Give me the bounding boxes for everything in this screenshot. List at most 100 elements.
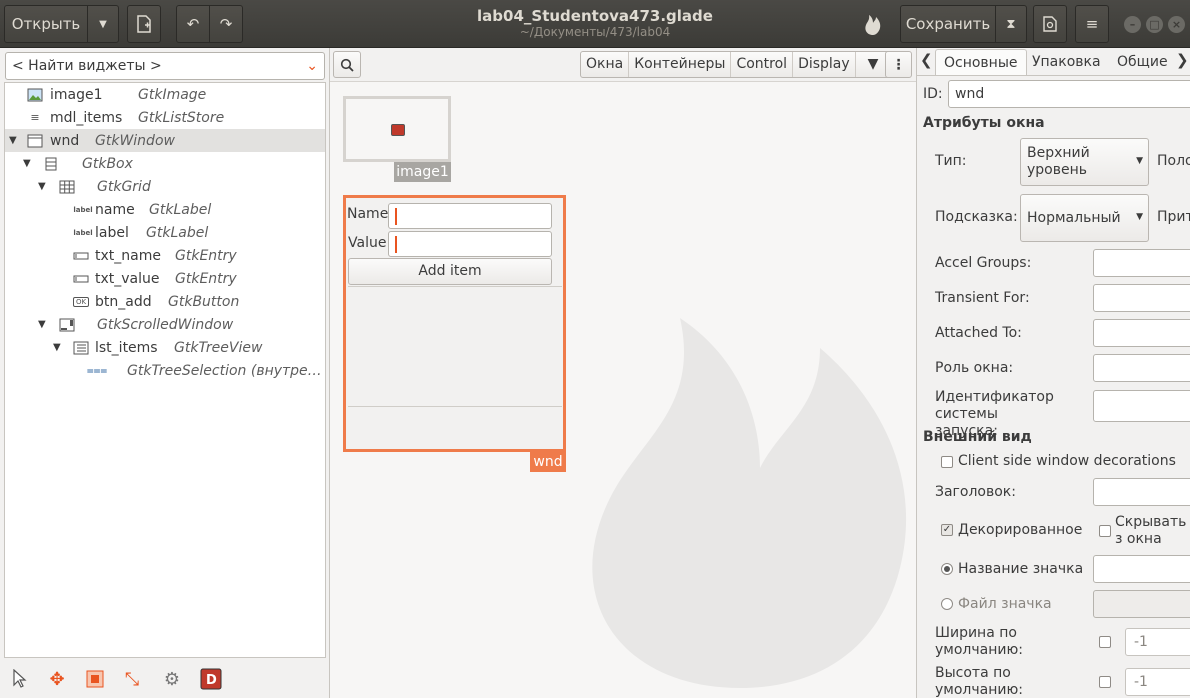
select-pointer-button[interactable] — [7, 666, 33, 692]
csd-label: Client side window decorations — [958, 453, 1176, 469]
transient-for-field[interactable] — [1093, 284, 1190, 312]
chevron-down-icon: ▼ — [1136, 156, 1143, 166]
startup-id-field[interactable] — [1093, 390, 1190, 422]
chevron-down-icon: ▼ — [1136, 212, 1143, 222]
search-button[interactable] — [333, 51, 361, 78]
save-options-button[interactable]: ⧗ — [995, 5, 1027, 43]
scroll-tabs-right-icon[interactable]: ❯ — [1176, 51, 1189, 69]
tree-row-gtktreeselection[interactable]: ⩶ GtkTreeSelection (внутре… — [5, 359, 325, 382]
open-button[interactable]: Открыть — [4, 5, 88, 43]
tree-row-mdl-items[interactable]: ≡ mdl_items GtkListStore — [5, 106, 325, 129]
close-window-button[interactable]: × — [1168, 16, 1185, 33]
title-label: Заголовок: — [935, 484, 1016, 500]
tab-packing[interactable]: Упаковка — [1024, 49, 1109, 75]
undo-button[interactable]: ↶ — [176, 5, 210, 43]
tree-item-name: label — [95, 224, 129, 241]
tree-item-type: GtkScrolledWindow — [97, 316, 234, 333]
header-bar: Открыть ▼ ↶ ↷ lab04_Studentova473.glade … — [0, 0, 1190, 48]
category-containers-button[interactable]: Контейнеры — [629, 52, 732, 77]
canvas-menu-button[interactable]: ⋮ — [885, 51, 912, 78]
design-canvas[interactable]: Окна Контейнеры Control Display ▼ ⋮ imag… — [330, 48, 916, 698]
position-label: Поло — [1157, 153, 1190, 169]
tree-item-name: btn_add — [95, 293, 152, 310]
tree-item-type: GtkWindow — [95, 132, 175, 149]
preferences-button[interactable]: ⚙ — [159, 666, 185, 692]
expander-down-icon[interactable]: ▼ — [23, 158, 31, 169]
drag-resize-button[interactable]: ✥ — [44, 666, 70, 692]
type-hint-combo[interactable]: Нормальный ▼ — [1020, 194, 1149, 242]
csd-checkbox[interactable] — [941, 456, 953, 468]
expander-down-icon[interactable]: ▼ — [53, 342, 61, 353]
icon-file-radio[interactable] — [941, 598, 953, 610]
open-recent-dropdown[interactable]: ▼ — [87, 5, 119, 43]
wnd-window-preview[interactable]: Name Value Add item — [343, 195, 566, 452]
accel-groups-field[interactable] — [1093, 249, 1190, 277]
type-hint-value: Нормальный — [1027, 210, 1121, 226]
default-width-checkbox[interactable] — [1099, 636, 1111, 648]
attached-right-label: Прит — [1157, 209, 1190, 225]
tab-general[interactable]: Основные — [935, 49, 1027, 75]
txt-value-entry[interactable] — [388, 231, 552, 257]
tree-row-name[interactable]: label name GtkLabel — [5, 198, 325, 221]
tree-row-btn-add[interactable]: OK btn_add GtkButton — [5, 290, 325, 313]
tree-row-lst-items[interactable]: ▼ lst_items GtkTreeView — [5, 336, 325, 359]
open-button-label: Открыть — [11, 15, 81, 33]
tree-item-type: GtkLabel — [146, 224, 209, 241]
tree-row-wnd[interactable]: ▼ wnd GtkWindow — [5, 129, 325, 152]
minimize-window-button[interactable]: – — [1124, 16, 1141, 33]
tree-row-gtkgrid[interactable]: ▼ GtkGrid — [5, 175, 325, 198]
widget-tree-panel: < Найти виджеты > ⌄ image1 GtkImage ≡ md… — [0, 48, 330, 698]
menu-button[interactable]: ≡ — [1075, 5, 1109, 43]
new-project-button[interactable] — [127, 5, 161, 43]
redo-button[interactable]: ↷ — [209, 5, 243, 43]
category-display-button[interactable]: Display — [793, 52, 856, 77]
image1-widget[interactable] — [343, 96, 451, 162]
window-role-label: Роль окна: — [935, 360, 1014, 376]
tree-row-txt-value[interactable]: txt_value GtkEntry — [5, 267, 325, 290]
default-height-checkbox[interactable] — [1099, 676, 1111, 688]
type-combo[interactable]: Верхний уровень ▼ — [1020, 138, 1149, 186]
treeselection-icon: ⩶ — [86, 363, 108, 377]
category-toplevels-button[interactable]: Окна — [581, 52, 630, 77]
widget-search-combo[interactable]: < Найти виджеты > ⌄ — [5, 52, 325, 80]
widget-search-placeholder: < Найти виджеты > — [12, 58, 162, 74]
save-button[interactable]: Сохранить — [900, 5, 996, 43]
decorated-checkbox[interactable]: ✓ — [941, 524, 953, 536]
label-icon: label — [73, 205, 93, 214]
tree-row-gtkbox[interactable]: ▼ GtkBox — [5, 152, 325, 175]
hide-titlebar-checkbox[interactable] — [1099, 525, 1111, 537]
window-role-field[interactable] — [1093, 354, 1190, 382]
tree-row-label[interactable]: label label GtkLabel — [5, 221, 325, 244]
properties-tabs: ❮ Основные Упаковка Общие ❯ — [917, 48, 1190, 76]
entry-icon — [73, 249, 89, 263]
tree-row-gtkscrolledwindow[interactable]: ▼ GtkScrolledWindow — [5, 313, 325, 336]
chevron-down-icon[interactable]: ⌄ — [306, 53, 318, 79]
title-field[interactable] — [1093, 478, 1190, 506]
scroll-tabs-left-icon[interactable]: ❮ — [920, 51, 933, 69]
tree-row-txt-name[interactable]: txt_name GtkEntry — [5, 244, 325, 267]
align-edit-button[interactable]: ⤡ — [119, 666, 145, 692]
lst-items-treeview[interactable] — [348, 286, 562, 407]
category-control-button[interactable]: Control — [731, 52, 794, 77]
txt-name-entry[interactable] — [388, 203, 552, 229]
default-height-spin[interactable]: -1 — [1125, 668, 1190, 696]
expander-down-icon[interactable]: ▼ — [9, 135, 17, 146]
icon-name-field[interactable] — [1093, 555, 1190, 583]
tree-item-type: GtkGrid — [97, 178, 151, 195]
preview-button[interactable] — [1033, 5, 1067, 43]
expander-down-icon[interactable]: ▼ — [38, 181, 46, 192]
expander-down-icon[interactable]: ▼ — [38, 319, 46, 330]
icon-name-label: Название значка — [958, 561, 1084, 577]
default-width-spin[interactable]: -1 — [1125, 628, 1190, 656]
add-item-button[interactable]: Add item — [348, 258, 552, 285]
tree-row-image1[interactable]: image1 GtkImage — [5, 83, 325, 106]
margin-edit-button[interactable] — [82, 666, 108, 692]
id-field[interactable]: wnd — [948, 80, 1190, 108]
tab-common[interactable]: Общие — [1109, 49, 1176, 75]
maximize-window-button[interactable]: □ — [1146, 16, 1163, 33]
inspector-button[interactable]: D — [198, 666, 224, 692]
icon-file-field[interactable] — [1093, 590, 1190, 618]
attached-to-field[interactable] — [1093, 319, 1190, 347]
icon-name-radio[interactable] — [941, 563, 953, 575]
pointer-icon — [13, 669, 27, 688]
